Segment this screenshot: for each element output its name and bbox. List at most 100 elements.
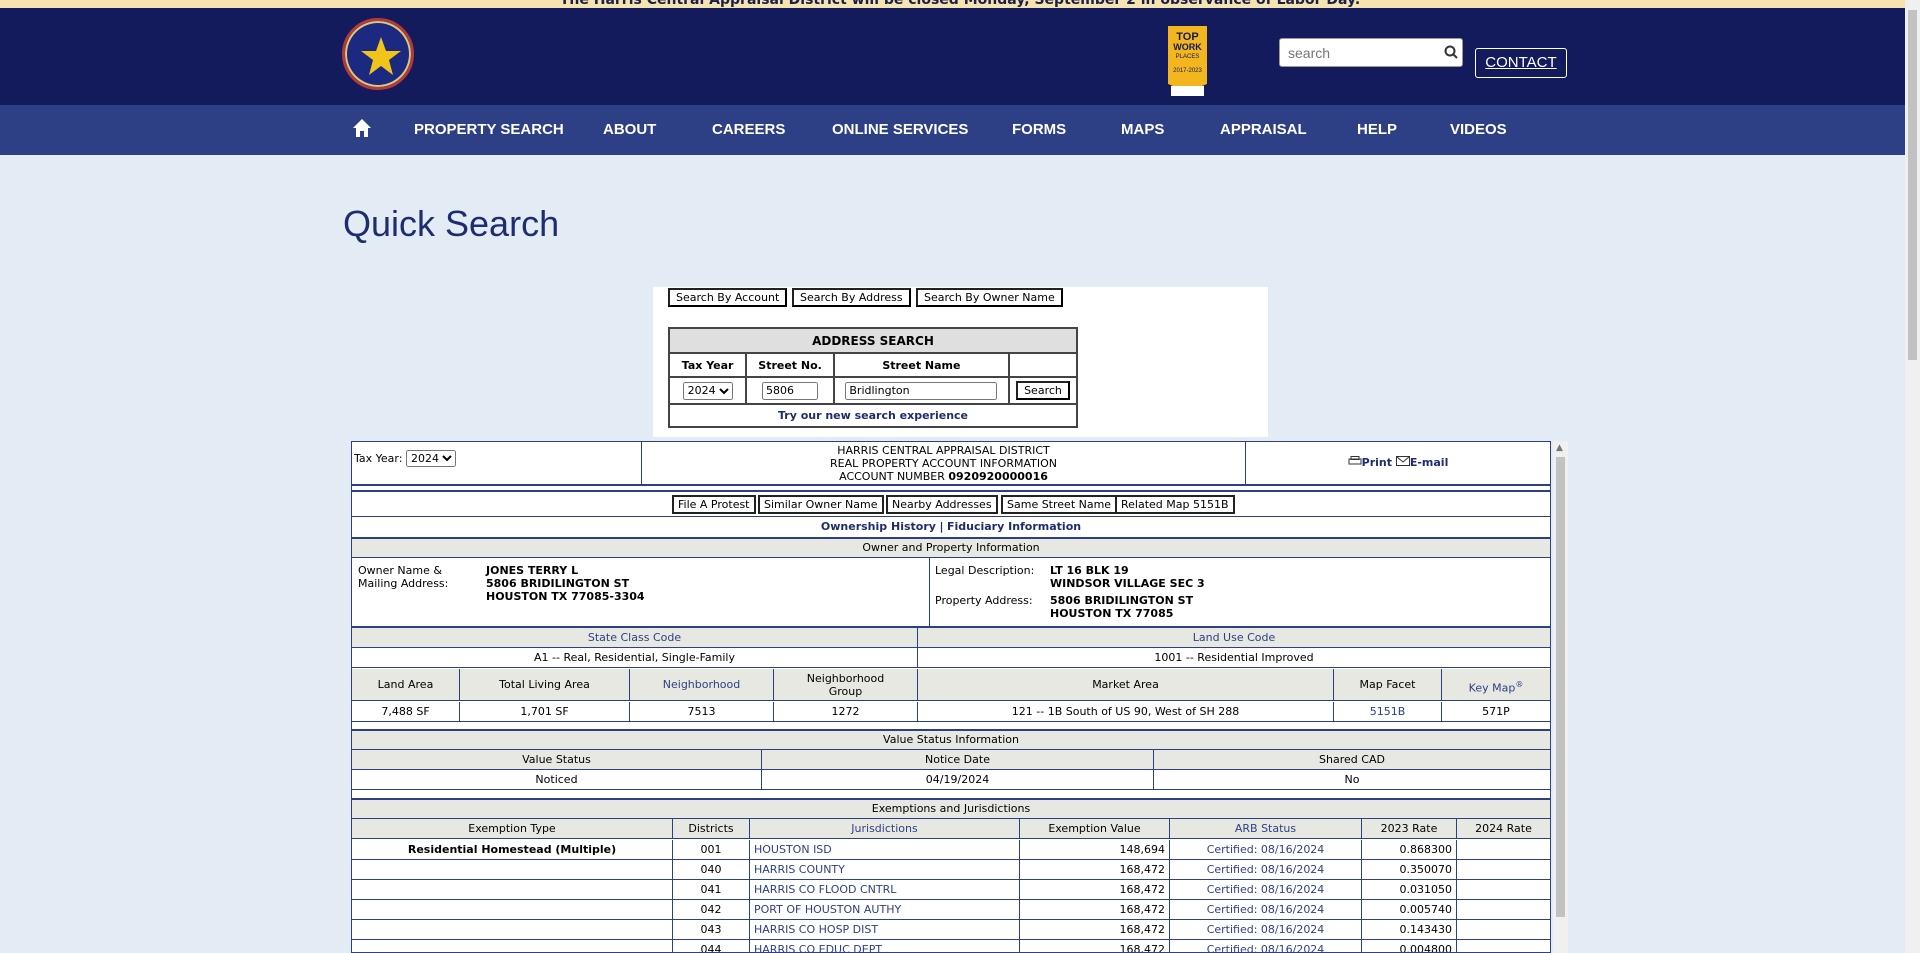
col-street-name: Street Name <box>832 352 1010 378</box>
rate-2024 <box>1457 940 1550 952</box>
fiduciary-link[interactable]: Fiduciary Information <box>947 520 1081 533</box>
neighborhood-group-header-2: Group <box>828 685 863 698</box>
living-area-header: Total Living Area <box>460 669 630 701</box>
badge-line-4: 2017-2023 <box>1173 68 1202 74</box>
rate-2024 <box>1457 840 1550 860</box>
banner-text: The Harris Central Appraisal District wi… <box>559 0 1361 8</box>
address-search-table: ADDRESS SEARCH Tax Year Street No. Stree… <box>667 327 1079 428</box>
shared-cad-value: No <box>1344 773 1360 786</box>
district-code: 043 <box>673 920 750 940</box>
search-by-owner-button[interactable]: Search By Owner Name <box>916 288 1063 307</box>
rate-2024 <box>1457 880 1550 900</box>
jurisdiction-link[interactable]: HARRIS CO EDUC DEPT <box>750 940 1020 952</box>
arb-status-link[interactable]: Certified: 08/16/2024 <box>1170 860 1362 880</box>
value-status-value: Noticed <box>352 770 762 790</box>
notice-date-header: Notice Date <box>762 750 1154 770</box>
jurisdiction-link[interactable]: HARRIS CO HOSP DIST <box>750 920 1020 940</box>
home-icon[interactable] <box>352 118 372 142</box>
address-search-title: ADDRESS SEARCH <box>668 327 1078 354</box>
account-detail-panel: Tax Year: 2024 HARRIS CENTRAL APPRAISAL … <box>351 441 1551 953</box>
search-icon[interactable] <box>1444 44 1458 63</box>
arb-status-link[interactable]: Certified: 08/16/2024 <box>1170 840 1362 860</box>
page-scroll-thumb[interactable] <box>1908 10 1917 360</box>
arb-status-link[interactable]: Certified: 08/16/2024 <box>1170 920 1362 940</box>
related-map-button[interactable]: Related Map 5151B <box>1115 495 1235 514</box>
jurisdiction-link[interactable]: HARRIS CO FLOOD CNTRL <box>750 880 1020 900</box>
page-scrollbar[interactable] <box>1905 0 1920 953</box>
site-search <box>1279 38 1463 67</box>
rate-2023: 0.350070 <box>1362 860 1457 880</box>
district-code: 040 <box>673 860 750 880</box>
owner-address-1: 5806 BRIDILINGTON ST <box>486 577 630 590</box>
neighborhood-value: 7513 <box>630 702 774 722</box>
legal-line-1: LT 16 BLK 19 <box>1050 564 1129 577</box>
contact-button[interactable]: CONTACT <box>1475 48 1567 78</box>
site-search-input[interactable] <box>1286 42 1436 63</box>
rate-2023: 0.143430 <box>1362 920 1457 940</box>
detail-tax-year-select[interactable]: 2024 <box>405 450 456 467</box>
arb-status-link[interactable]: Certified: 08/16/2024 <box>1170 940 1362 952</box>
hcad-logo[interactable] <box>342 18 414 90</box>
district-code: 041 <box>673 880 750 900</box>
nav-forms[interactable]: FORMS <box>1012 105 1066 155</box>
jurisdiction-link[interactable]: PORT OF HOUSTON AUTHY <box>750 900 1020 920</box>
print-link[interactable]: Print <box>1348 456 1396 469</box>
arb-status-link[interactable]: Certified: 08/16/2024 <box>1170 900 1362 920</box>
jurisdictions-header[interactable]: Jurisdictions <box>750 819 1020 839</box>
nav-about[interactable]: ABOUT <box>603 105 656 155</box>
tax-year-select[interactable]: 2024 <box>682 381 733 400</box>
owner-name: JONES TERRY L <box>486 564 579 577</box>
land-use-value: 1001 -- Residential Improved <box>1154 651 1314 664</box>
legal-label: Legal Description: <box>935 564 1035 577</box>
search-by-account-button[interactable]: Search By Account <box>668 288 788 307</box>
street-name-input[interactable] <box>845 381 998 400</box>
nav-careers[interactable]: CAREERS <box>712 105 785 155</box>
file-protest-button[interactable]: File A Protest <box>672 495 756 514</box>
ownership-history-link[interactable]: Ownership History <box>821 520 936 533</box>
rate-2023: 0.031050 <box>1362 880 1457 900</box>
land-use-label[interactable]: Land Use Code <box>918 628 1550 648</box>
legal-line-2: WINDSOR VILLAGE SEC 3 <box>1050 577 1205 590</box>
site-header: TOP WORK PLACES 2017-2023 CONTACT <box>0 8 1920 105</box>
living-area-value: 1,701 SF <box>460 702 630 722</box>
street-no-input[interactable] <box>762 381 819 400</box>
jurisdiction-link[interactable]: HOUSTON ISD <box>750 840 1020 860</box>
org-name: HARRIS CENTRAL APPRAISAL DISTRICT <box>837 444 1050 457</box>
exemption-value: 168,472 <box>1020 860 1170 880</box>
key-map-header[interactable]: Key Map® <box>1442 669 1550 701</box>
main-nav: PROPERTY SEARCH ABOUT CAREERS ONLINE SER… <box>0 105 1920 155</box>
notice-date-value: 04/19/2024 <box>762 770 1154 790</box>
exemption-value: 168,472 <box>1020 940 1170 952</box>
similar-owner-button[interactable]: Similar Owner Name <box>758 495 884 514</box>
jurisdiction-link[interactable]: HARRIS COUNTY <box>750 860 1020 880</box>
arb-status-header[interactable]: ARB Status <box>1170 819 1362 839</box>
nearby-addresses-button[interactable]: Nearby Addresses <box>886 495 998 514</box>
scroll-up-icon[interactable]: ▲ <box>1556 443 1563 453</box>
nav-maps[interactable]: MAPS <box>1121 105 1164 155</box>
arb-status-link[interactable]: Certified: 08/16/2024 <box>1170 880 1362 900</box>
address-search-button[interactable]: Search <box>1016 381 1070 400</box>
nav-help[interactable]: HELP <box>1357 105 1397 155</box>
property-address-label: Property Address: <box>935 594 1033 607</box>
nav-appraisal[interactable]: APPRAISAL <box>1220 105 1307 155</box>
rate-2024 <box>1457 860 1550 880</box>
col-tax-year: Tax Year <box>667 352 748 378</box>
table-row: 040 HARRIS COUNTY 168,472 Certified: 08/… <box>352 860 1550 880</box>
nav-videos[interactable]: VIDEOS <box>1450 105 1507 155</box>
detail-scrollbar[interactable]: ▲ <box>1553 441 1568 953</box>
nav-online-services[interactable]: ONLINE SERVICES <box>832 105 968 155</box>
map-facet-link[interactable]: 5151B <box>1334 702 1442 722</box>
state-class-label[interactable]: State Class Code <box>352 628 918 648</box>
top-work-places-badge: TOP WORK PLACES 2017-2023 <box>1168 26 1207 96</box>
email-link[interactable]: E-mail <box>1395 456 1448 469</box>
account-label: ACCOUNT NUMBER <box>839 470 945 483</box>
rate-2023: 0.868300 <box>1362 840 1457 860</box>
try-new-search-link[interactable]: Try our new search experience <box>668 403 1078 428</box>
nav-property-search[interactable]: PROPERTY SEARCH <box>414 105 564 155</box>
same-street-button[interactable]: Same Street Name <box>1001 495 1118 514</box>
detail-scroll-thumb[interactable] <box>1556 457 1565 917</box>
owner-label-1: Owner Name & <box>358 564 442 577</box>
neighborhood-header[interactable]: Neighborhood <box>630 669 774 701</box>
search-by-address-button[interactable]: Search By Address <box>792 288 911 307</box>
table-row: 042 PORT OF HOUSTON AUTHY 168,472 Certif… <box>352 900 1550 920</box>
